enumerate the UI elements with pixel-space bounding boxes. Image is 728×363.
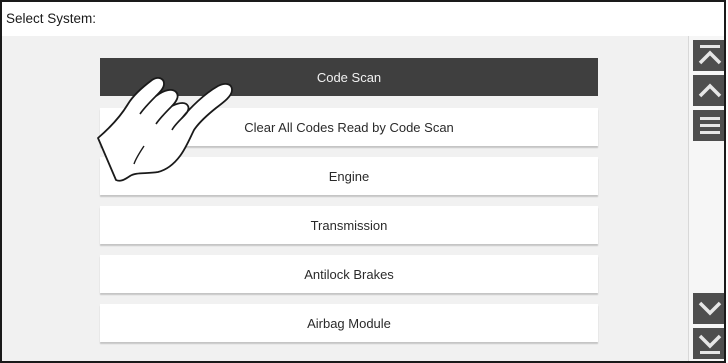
menu-item-clear-all-codes[interactable]: Clear All Codes Read by Code Scan: [100, 108, 598, 146]
scanner-screen: Select System: Code Scan Clear All Codes…: [0, 0, 726, 363]
menu-item-label: Transmission: [310, 217, 388, 233]
menu-item-engine[interactable]: Engine: [100, 157, 598, 195]
chevron-down-icon: [698, 301, 722, 316]
menu-item-transmission[interactable]: Transmission: [100, 206, 598, 244]
header: Select System:: [2, 2, 724, 36]
menu-item-label: Airbag Module: [307, 315, 391, 331]
page-title: Select System:: [6, 11, 97, 26]
page-down-button[interactable]: [693, 328, 724, 359]
system-list: Code Scan Clear All Codes Read by Code S…: [2, 36, 688, 361]
chevron-up-icon: [698, 83, 722, 98]
menu-item-antilock-brakes[interactable]: Antilock Brakes: [100, 255, 598, 293]
line-up-button[interactable]: [693, 75, 724, 106]
double-chevron-up-icon: [698, 45, 722, 65]
menu-item-airbag-module[interactable]: Airbag Module: [100, 304, 598, 342]
line-down-button[interactable]: [693, 293, 724, 324]
menu-button[interactable]: [693, 110, 724, 141]
menu-item-label: Antilock Brakes: [304, 266, 394, 282]
menu-item-code-scan[interactable]: Code Scan: [100, 58, 598, 96]
scrollbar[interactable]: [688, 36, 724, 361]
page-up-button[interactable]: [693, 40, 724, 71]
hamburger-icon: [700, 117, 720, 134]
menu-item-label: Engine: [328, 168, 370, 184]
menu-item-label: Clear All Codes Read by Code Scan: [244, 119, 454, 135]
double-chevron-down-icon: [698, 334, 722, 354]
menu-item-label: Code Scan: [316, 69, 382, 85]
